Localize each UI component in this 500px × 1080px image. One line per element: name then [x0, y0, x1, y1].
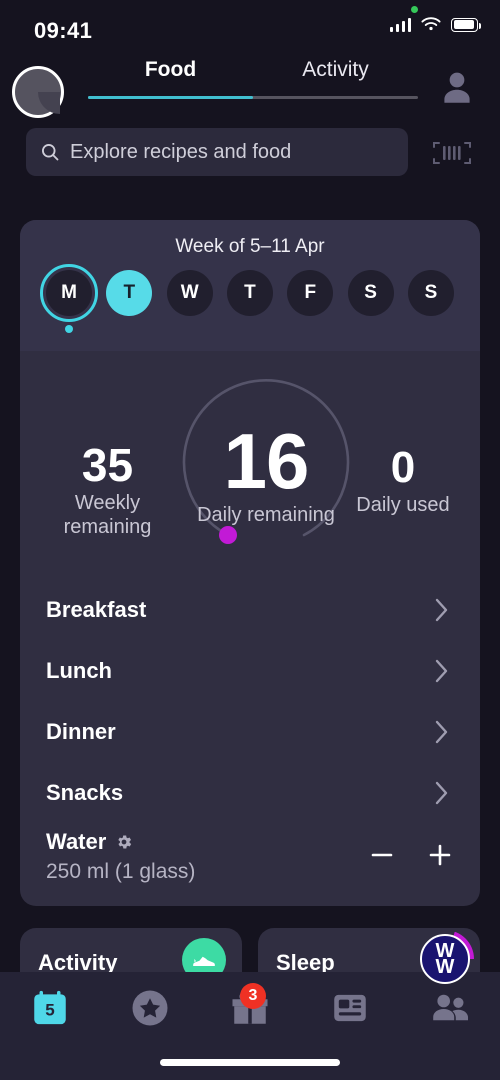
- day-letter: F: [287, 270, 334, 316]
- day-tuesday[interactable]: T: [106, 270, 153, 333]
- chevron-right-icon: [435, 720, 448, 743]
- gear-icon[interactable]: [115, 833, 133, 851]
- sneaker-glyph: [193, 956, 215, 966]
- daily-remaining-value: 16: [223, 417, 310, 505]
- day-letter: T: [106, 270, 153, 316]
- app-screen: 09:41 Food Activity Explore recipes and …: [0, 0, 500, 1080]
- day-dot-icon: [125, 325, 133, 333]
- water-info: Water 250 ml (1 glass): [46, 829, 195, 884]
- nav-community[interactable]: [400, 987, 500, 1029]
- nav-favorites[interactable]: [100, 987, 200, 1029]
- main-tabs: Food Activity: [88, 58, 418, 99]
- daily-used-value: 0: [390, 443, 416, 492]
- avatar[interactable]: [8, 60, 76, 118]
- search-icon: [42, 144, 59, 161]
- barcode-scanner-icon[interactable]: [430, 138, 474, 168]
- food-tracking-card: Week of 5–11 Apr M T W T F S S 35 Weekly…: [20, 220, 480, 906]
- day-dot-icon: [427, 325, 435, 333]
- tab-activity[interactable]: Activity: [253, 58, 418, 96]
- water-amount: 250 ml (1 glass): [46, 860, 196, 883]
- profile-icon[interactable]: [436, 66, 478, 108]
- water-increase-button[interactable]: [426, 841, 454, 869]
- week-selector: Week of 5–11 Apr M T W T F S S: [20, 220, 480, 351]
- water-tracker-row: Water 250 ml (1 glass): [20, 823, 480, 906]
- meal-row-dinner[interactable]: Dinner: [46, 701, 454, 762]
- battery-icon: [451, 17, 482, 32]
- tab-indicator: [88, 96, 418, 99]
- weekly-remaining-value: 35: [81, 439, 134, 491]
- day-monday[interactable]: M: [40, 264, 98, 333]
- day-sunday[interactable]: S: [407, 270, 454, 333]
- star-circle-icon: [132, 990, 168, 1026]
- meal-row-snacks[interactable]: Snacks: [46, 762, 454, 823]
- nav-rewards[interactable]: 3: [200, 983, 300, 1029]
- day-letter: S: [407, 270, 454, 316]
- status-bar: 09:41: [0, 0, 500, 52]
- wifi-icon: [421, 17, 441, 31]
- meal-label: Lunch: [46, 657, 112, 683]
- chevron-right-icon: [435, 781, 448, 804]
- chevron-right-icon: [435, 659, 448, 682]
- day-dot-icon: [306, 325, 314, 333]
- status-time: 09:41: [34, 18, 93, 43]
- day-wednesday[interactable]: W: [166, 270, 213, 333]
- daily-used-label: Daily used: [356, 494, 450, 516]
- meal-row-breakfast[interactable]: Breakfast: [46, 579, 454, 640]
- status-icons: [389, 16, 482, 33]
- day-thursday[interactable]: T: [226, 270, 273, 333]
- water-stepper: [368, 841, 454, 869]
- avatar-image[interactable]: [12, 66, 64, 118]
- day-dot-icon: [65, 325, 73, 333]
- day-dot-icon: [186, 325, 194, 333]
- meal-label: Breakfast: [46, 596, 147, 622]
- app-header: Food Activity: [0, 52, 500, 120]
- water-label: Water: [46, 829, 107, 854]
- day-friday[interactable]: F: [287, 270, 334, 333]
- bottom-navigation: 5 3: [0, 972, 500, 1080]
- week-title: Week of 5–11 Apr: [175, 236, 325, 257]
- day-letter: M: [40, 264, 98, 322]
- search-bar[interactable]: [26, 128, 408, 176]
- rewards-badge: 3: [240, 983, 266, 1009]
- daily-remaining-stat: 16 Daily remaining: [196, 419, 336, 527]
- daily-remaining-label: Daily remaining: [197, 504, 335, 526]
- meal-list: Breakfast Lunch Dinner Snacks: [20, 579, 480, 823]
- meal-label: Dinner: [46, 718, 116, 744]
- recording-indicator-icon: [411, 6, 418, 13]
- article-icon: [334, 994, 366, 1022]
- home-indicator: [160, 1059, 340, 1066]
- cellular-signal-icon: [389, 17, 411, 32]
- nav-calendar[interactable]: 5: [0, 987, 100, 1029]
- weekly-remaining-label: Weekly remaining: [63, 492, 152, 538]
- calendar-date: 5: [45, 1000, 55, 1020]
- day-letter: S: [347, 270, 394, 316]
- day-saturday[interactable]: S: [347, 270, 394, 333]
- water-decrease-button[interactable]: [368, 841, 396, 869]
- day-dot-icon: [367, 325, 375, 333]
- meal-label: Snacks: [46, 779, 124, 805]
- ww-logo: WW: [420, 934, 470, 984]
- points-summary: 35 Weekly remaining 16 Daily remaining 0…: [20, 351, 480, 579]
- day-letter: W: [166, 270, 213, 316]
- day-letter: T: [226, 270, 273, 316]
- daily-used-stat: 0 Daily used: [348, 443, 458, 517]
- chevron-right-icon: [435, 598, 448, 621]
- weekly-remaining-stat: 35 Weekly remaining: [50, 439, 165, 539]
- nav-articles[interactable]: [300, 987, 400, 1029]
- day-dot-icon: [246, 325, 254, 333]
- search-input[interactable]: [70, 140, 390, 164]
- meal-row-lunch[interactable]: Lunch: [46, 640, 454, 701]
- tab-food[interactable]: Food: [88, 58, 253, 96]
- people-icon: [433, 994, 469, 1021]
- week-days: M T W T F S S: [20, 258, 480, 333]
- search-row: [0, 128, 500, 178]
